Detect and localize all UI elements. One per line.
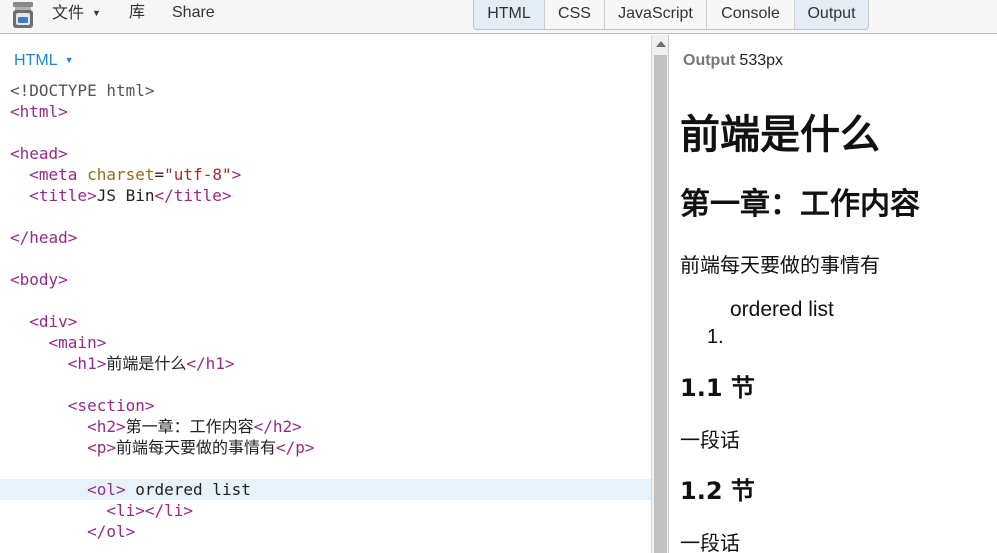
html-editor[interactable]: HTML ▼ <!DOCTYPE html> <html> <head> <meta…: [0, 35, 651, 553]
code-line[interactable]: [0, 290, 651, 311]
code-line[interactable]: <p>前端每天要做的事情有</p>: [0, 437, 651, 458]
output-label-name: Output: [683, 52, 736, 69]
tab-output[interactable]: Output: [794, 0, 868, 29]
output-heading-1: 前端是什么: [680, 112, 880, 158]
library-menu[interactable]: 库: [129, 4, 145, 22]
tab-html[interactable]: HTML: [474, 0, 544, 29]
html-panel-dropdown[interactable]: HTML ▼: [14, 51, 73, 70]
output-paragraph-3: 一段话: [680, 531, 740, 553]
code-line[interactable]: </head>: [0, 227, 651, 248]
code-line[interactable]: [0, 458, 651, 479]
scroll-up-arrow-icon[interactable]: [656, 41, 666, 47]
code-line[interactable]: <h1>前端是什么</h1>: [0, 353, 651, 374]
tab-css[interactable]: CSS: [544, 0, 604, 29]
output-paragraph-2: 一段话: [680, 428, 740, 452]
code-line[interactable]: <head>: [0, 143, 651, 164]
code-line[interactable]: <section>: [0, 395, 651, 416]
code-line[interactable]: <h2>第一章：工作内容</h2>: [0, 416, 651, 437]
html-panel-label: HTML: [14, 52, 58, 69]
panel-tabs: HTML CSS JavaScript Console Output: [473, 0, 869, 30]
file-menu-label: 文件: [52, 5, 85, 22]
code-line[interactable]: </ol>: [0, 521, 651, 542]
tab-javascript[interactable]: JavaScript: [604, 0, 706, 29]
file-menu[interactable]: 文件 ▼: [52, 4, 101, 23]
output-label: Output 533px: [683, 52, 783, 70]
top-bar: 文件 ▼ 库 Share HTML CSS JavaScript Console …: [0, 0, 997, 34]
chevron-down-icon: ▼: [64, 55, 74, 65]
code-line[interactable]: <ol> ordered list: [0, 479, 651, 500]
scrollbar-thumb[interactable]: [654, 55, 667, 553]
share-menu[interactable]: Share: [172, 4, 215, 22]
output-label-width: 533px: [739, 52, 784, 69]
tab-console[interactable]: Console: [706, 0, 794, 29]
code-line[interactable]: <meta charset="utf-8">: [0, 164, 651, 185]
code-line[interactable]: [0, 122, 651, 143]
output-heading-3-second: 1.2 节: [680, 477, 755, 505]
code-area[interactable]: <!DOCTYPE html> <html> <head> <meta chars…: [0, 80, 651, 542]
code-line[interactable]: [0, 206, 651, 227]
code-line[interactable]: <div>: [0, 311, 651, 332]
editor-scrollbar[interactable]: [651, 35, 669, 553]
code-line[interactable]: <title>JS Bin</title>: [0, 185, 651, 206]
code-line[interactable]: [0, 248, 651, 269]
output-heading-3-first: 1.1 节: [680, 374, 755, 402]
output-panel: Output 533px 前端是什么 第一章：工作内容 前端每天要做的事情有 or…: [669, 35, 997, 553]
output-paragraph-1: 前端每天要做的事情有: [680, 253, 880, 277]
code-line[interactable]: <body>: [0, 269, 651, 290]
output-list-item-marker: 1.: [707, 326, 724, 348]
code-line[interactable]: <html>: [0, 101, 651, 122]
jsbin-logo-icon[interactable]: [9, 0, 37, 30]
code-line[interactable]: <!DOCTYPE html>: [0, 80, 651, 101]
output-ordered-list-text: ordered list: [730, 298, 834, 321]
file-menu-caret-icon: ▼: [92, 8, 101, 18]
code-line[interactable]: <li></li>: [0, 500, 651, 521]
code-line[interactable]: <main>: [0, 332, 651, 353]
output-heading-2: 第一章：工作内容: [680, 187, 920, 222]
code-line[interactable]: [0, 374, 651, 395]
